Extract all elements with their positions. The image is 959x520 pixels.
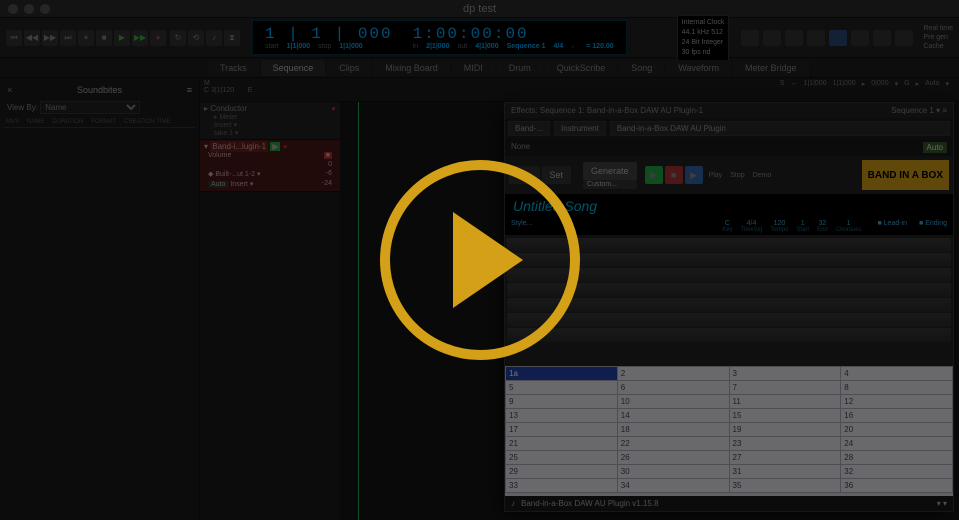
note-icon: ♪: [511, 499, 515, 508]
pencil-icon[interactable]: [873, 30, 891, 46]
mode-buttons: ↻ ⟲ ♪ ⧗: [170, 30, 240, 46]
bb-play-icon[interactable]: ▶: [645, 166, 663, 184]
sidebar-title: Soundbites: [77, 85, 122, 95]
status-text: Band-in-a-Box DAW AU Plugin v1.15.8: [521, 499, 659, 508]
engine-status: Real time Pre gen Cache: [923, 24, 953, 51]
window-titlebar: dp test: [0, 0, 959, 18]
pointer-icon[interactable]: [829, 30, 847, 46]
plugin-name[interactable]: Band-in-a-Box DAW AU Plugin: [610, 121, 950, 136]
link-icon[interactable]: ⟲: [188, 30, 204, 46]
soundbites-sidebar: × Soundbites ≡ View By: Name MVSNAME DUR…: [0, 78, 200, 520]
tab-meterbridge[interactable]: Meter Bridge: [733, 60, 809, 76]
counter-panel: 1 | 1 | 000 start1|1|000 stop1|1|000 1:0…: [252, 20, 627, 55]
conductor-track[interactable]: ▸ Conductor ● ▸ Meter Insert ▾ take 1 ▾: [200, 102, 340, 140]
countoff-icon[interactable]: ⧗: [224, 30, 240, 46]
play-video-overlay[interactable]: [380, 160, 580, 360]
tab-mixing[interactable]: Mixing Board: [373, 60, 450, 76]
main-toolbar: ⏮ ◀◀ ▶▶ ⏭ ⏸ ■ ▶ ▶▶ ● ↻ ⟲ ♪ ⧗ 1 | 1 | 000…: [0, 18, 959, 58]
time-counter[interactable]: 1:00:00:00: [413, 25, 614, 43]
click-icon[interactable]: ♪: [206, 30, 222, 46]
zoom-icon[interactable]: [895, 30, 913, 46]
tab-midi[interactable]: MIDI: [452, 60, 495, 76]
type-select[interactable]: Instrument: [554, 121, 606, 136]
rewind-icon[interactable]: ⏮: [6, 30, 22, 46]
tab-sequence[interactable]: Sequence: [261, 60, 326, 76]
back-icon[interactable]: ◀◀: [24, 30, 40, 46]
fwd-icon[interactable]: ▶▶: [42, 30, 58, 46]
fx-title: Effects: Sequence 1: Band-in-a-Box DAW A…: [511, 106, 703, 115]
playhead[interactable]: [358, 102, 359, 520]
bb-demo-icon[interactable]: ▶: [685, 166, 703, 184]
clock-settings[interactable]: Internal Clock 44.1 kHz 512 24 Bit Integ…: [677, 15, 730, 61]
custom-button[interactable]: Custom...: [583, 180, 637, 189]
plugin-track[interactable]: ▾ Band-i...lugin-1 ▶ ● Volume■ 0 ◆ Built…: [200, 140, 340, 192]
bb-logo: BAND IN A BOX: [862, 160, 949, 190]
min-dot[interactable]: [24, 4, 34, 14]
song-title[interactable]: Untitled Song: [505, 194, 953, 218]
overdub-icon[interactable]: ↻: [170, 30, 186, 46]
gear-icon[interactable]: [807, 30, 825, 46]
solo-icon[interactable]: [785, 30, 803, 46]
view-by-select[interactable]: Name: [40, 101, 140, 114]
tab-tracks[interactable]: Tracks: [208, 60, 259, 76]
ibeam-icon[interactable]: [851, 30, 869, 46]
track-headers: ▸ Conductor ● ▸ Meter Insert ▾ take 1 ▾ …: [200, 102, 340, 520]
plugin-window[interactable]: Effects: Sequence 1: Band-in-a-Box DAW A…: [504, 102, 954, 512]
snap-icon[interactable]: [763, 30, 781, 46]
grid-icon[interactable]: [741, 30, 759, 46]
band-in-a-box: File Set Generate Custom... ▶ ■ ▶ PlaySt…: [505, 156, 953, 511]
view-tabs: Tracks Sequence Clips Mixing Board MIDI …: [0, 58, 959, 78]
end-icon[interactable]: ⏭: [60, 30, 76, 46]
zoom-dot[interactable]: [40, 4, 50, 14]
auto-button[interactable]: Auto: [923, 142, 947, 153]
play-icon[interactable]: ▶: [114, 30, 130, 46]
bb-stop-icon[interactable]: ■: [665, 166, 683, 184]
generate-button[interactable]: Generate: [583, 162, 637, 180]
traffic-lights[interactable]: [8, 4, 50, 14]
transport: ⏮ ◀◀ ▶▶ ⏭ ⏸ ■ ▶ ▶▶ ●: [6, 30, 166, 46]
stop-icon[interactable]: ■: [96, 30, 112, 46]
menu-icon[interactable]: ≡: [187, 85, 192, 95]
tab-drum[interactable]: Drum: [497, 60, 543, 76]
dropdown-icon[interactable]: ▾ ▾: [937, 499, 947, 508]
bars-counter[interactable]: 1 | 1 | 000: [265, 25, 393, 43]
tool-palette: [741, 30, 913, 46]
ruler[interactable]: M C 3|1|120 E S↔ 1|1|0001|1|000 ▸0|000▾ …: [200, 78, 959, 102]
preset-select[interactable]: Band-...: [508, 121, 550, 136]
tab-waveform[interactable]: Waveform: [666, 60, 731, 76]
tab-quickscribe[interactable]: QuickScribe: [545, 60, 618, 76]
set-button[interactable]: Set: [542, 166, 572, 184]
sidebar-columns: MVSNAME DURATIONFORMAT CREATION TIME: [4, 117, 195, 128]
window-title: dp test: [463, 3, 496, 15]
chord-grid[interactable]: 1a23456789101112131415161718192021222324…: [505, 366, 953, 496]
pause-icon[interactable]: ⏸: [78, 30, 94, 46]
play2-icon[interactable]: ▶▶: [132, 30, 148, 46]
close-icon[interactable]: ×: [7, 85, 12, 95]
record-icon[interactable]: ●: [150, 30, 166, 46]
close-dot[interactable]: [8, 4, 18, 14]
tab-clips[interactable]: Clips: [327, 60, 371, 76]
tab-song[interactable]: Song: [619, 60, 664, 76]
